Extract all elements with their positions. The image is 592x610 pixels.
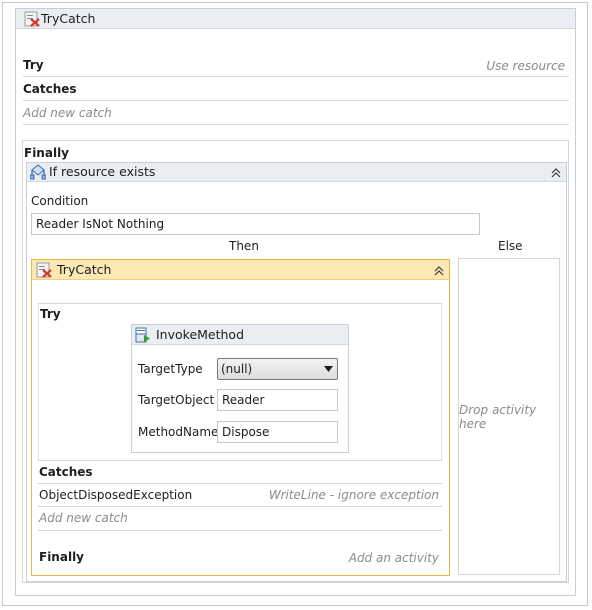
collapse-icon[interactable] [549,166,563,180]
invoke-method-activity[interactable]: InvokeMethod TargetType (null) TargetObj… [131,324,349,453]
outer-trycatch-header[interactable]: TryCatch [16,9,575,29]
else-label: Else [498,239,523,253]
trycatch-icon [24,11,40,27]
outer-try-drop-target[interactable]: Use resource [486,59,565,73]
condition-label: Condition [31,194,89,208]
target-object-value: Reader [222,393,265,407]
invoke-method-header[interactable]: InvokeMethod [132,325,348,345]
divider [38,483,442,484]
condition-input[interactable]: Reader IsNot Nothing [31,213,480,235]
target-type-select[interactable]: (null) [217,358,338,380]
outer-finally-label: Finally [24,146,69,160]
outer-trycatch-title: TryCatch [41,11,96,26]
if-activity-header[interactable]: If resource exists [27,163,566,182]
divider [23,124,569,125]
method-name-label: MethodName [138,425,219,439]
outer-try-label: Try [23,58,44,72]
catch-exception-type[interactable]: ObjectDisposedException [39,488,192,502]
else-drop-zone[interactable]: Drop activity here [458,258,560,575]
target-object-input[interactable]: Reader [217,389,338,411]
invoke-method-title: InvokeMethod [156,327,245,342]
target-type-label: TargetType [138,362,203,376]
inner-finally-label: Finally [39,550,84,564]
catch-handler-action[interactable]: WriteLine - ignore exception [269,488,439,502]
divider [38,530,442,531]
outer-add-new-catch[interactable]: Add new catch [23,106,112,120]
divider [38,460,442,461]
inner-finally-drop-target[interactable]: Add an activity [349,551,439,565]
inner-trycatch-activity[interactable]: TryCatch Try InvokeMethod TargetType (nu… [31,259,450,576]
if-activity[interactable]: If resource exists Condition Reader IsNo… [26,162,567,582]
divider [38,506,442,507]
outer-finally-section: Finally If resource exists Condition Rea… [22,140,569,583]
condition-input-value: Reader IsNot Nothing [36,217,165,231]
if-activity-title: If resource exists [49,164,156,179]
inner-catches-label: Catches [39,465,93,479]
drop-activity-hint: Drop activity here [459,402,537,431]
inner-trycatch-title: TryCatch [57,262,112,277]
dropdown-arrow-icon [324,366,333,372]
target-type-value: (null) [221,362,253,376]
outer-trycatch-activity[interactable]: TryCatch Try Use resource Catches Add ne… [15,8,576,596]
if-icon [30,164,46,180]
inner-try-section: Try InvokeMethod TargetType (null) Targe… [38,303,442,460]
inner-trycatch-header[interactable]: TryCatch [32,260,449,280]
outer-catches-label: Catches [23,82,77,96]
divider [23,76,569,77]
method-name-value: Dispose [222,425,270,439]
collapse-icon[interactable] [432,264,446,278]
divider [23,100,569,101]
then-label: Then [229,239,259,253]
trycatch-icon [36,262,52,278]
inner-try-label: Try [40,307,61,321]
method-name-input[interactable]: Dispose [217,421,338,443]
target-object-label: TargetObject [138,393,215,407]
inner-add-new-catch[interactable]: Add new catch [39,511,128,525]
invoke-method-icon [135,327,150,343]
